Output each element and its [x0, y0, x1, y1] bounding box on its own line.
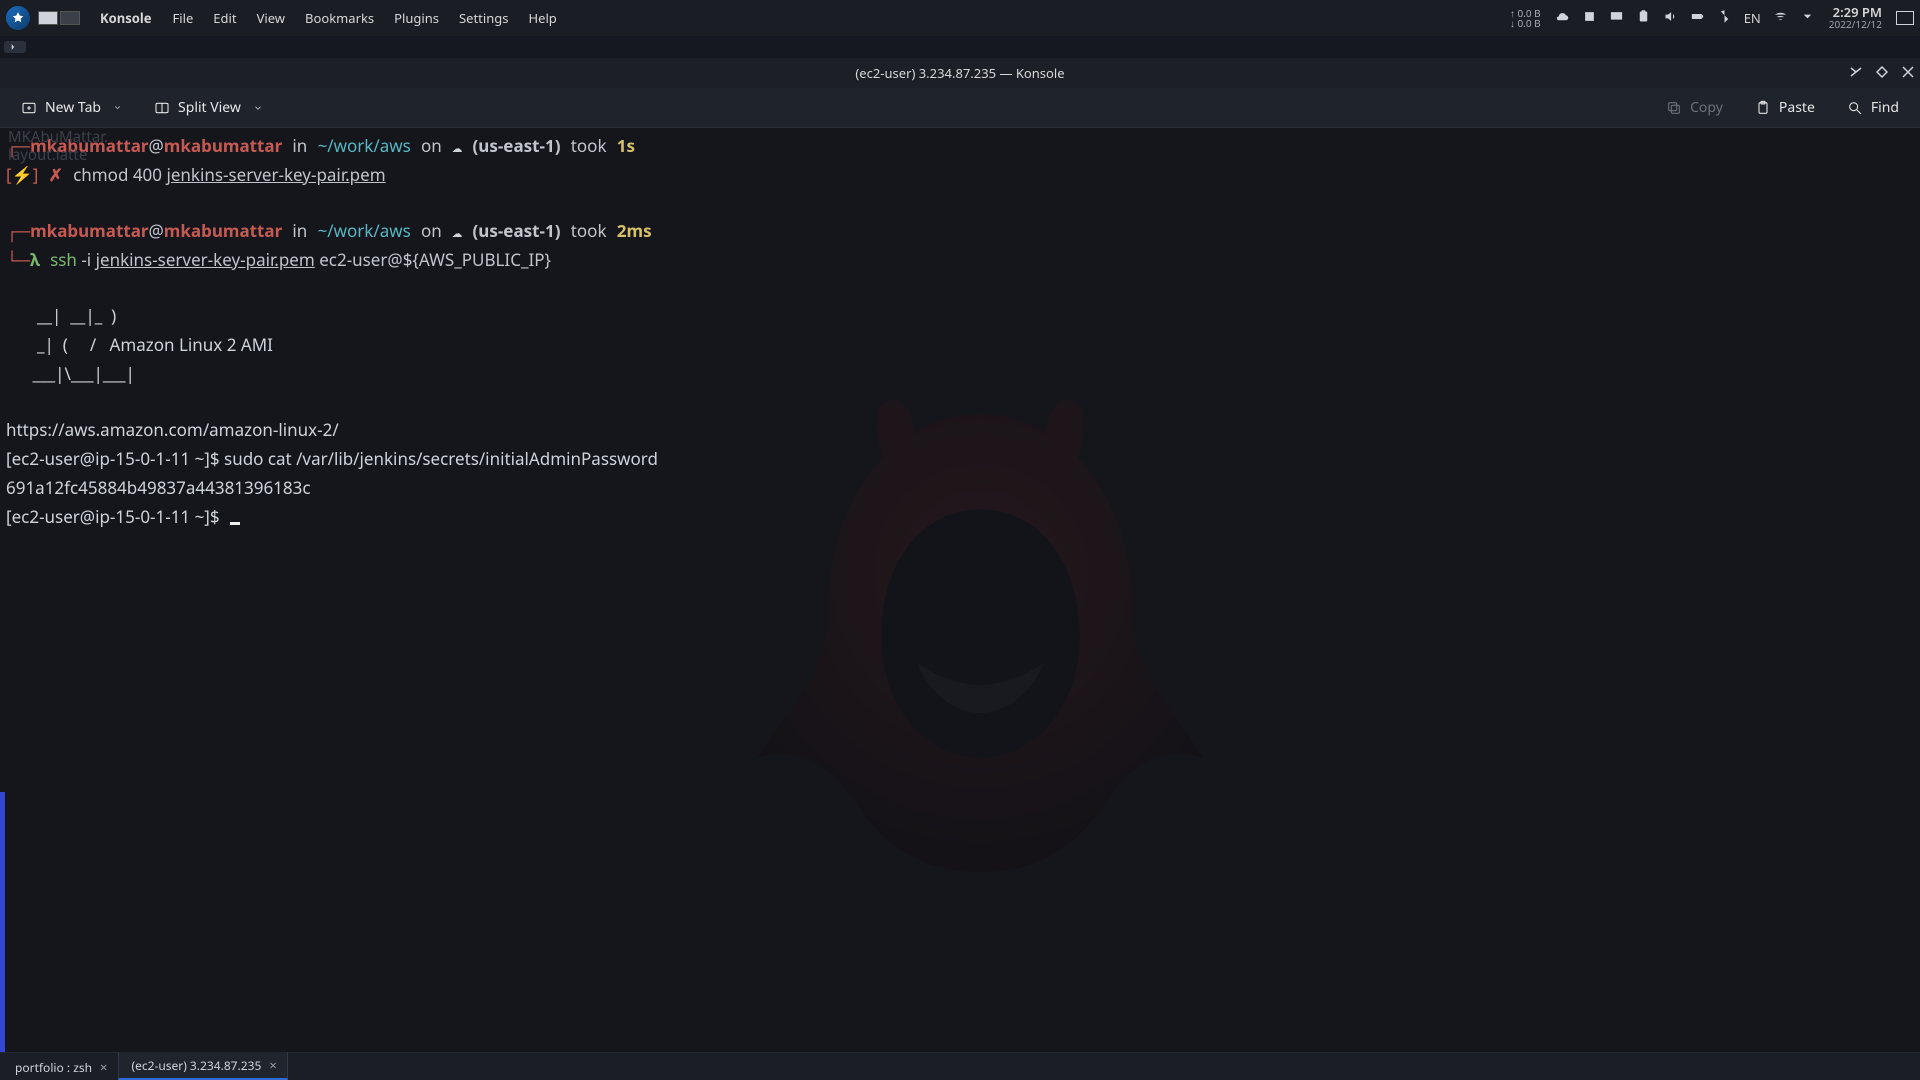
tab-bar: portfolio : zsh× (ec2-user) 3.234.87.235…: [0, 1052, 1920, 1080]
volume-icon[interactable]: [1663, 9, 1678, 28]
menu-settings[interactable]: Settings: [450, 5, 517, 31]
konsole-window: (ec2-user) 3.234.87.235 — Konsole New Ta…: [0, 58, 1920, 1080]
net-speed: ↑ 0.0 B ↓ 0.0 B: [1510, 8, 1541, 28]
chevron-down-icon[interactable]: [1800, 9, 1815, 28]
start-icon[interactable]: [6, 6, 30, 30]
find-button[interactable]: Find: [1838, 93, 1908, 122]
menu-file[interactable]: File: [164, 5, 203, 31]
menu-bookmarks[interactable]: Bookmarks: [296, 5, 383, 31]
terminal[interactable]: MKAbuMattar.layout.latte ┌─mkabumattar@m…: [0, 128, 1920, 1052]
menu-help[interactable]: Help: [519, 5, 565, 31]
split-view-button[interactable]: Split View: [145, 93, 272, 122]
wifi-icon[interactable]: [1773, 9, 1788, 28]
paste-button[interactable]: Paste: [1746, 93, 1824, 122]
scroll-indicator: [0, 792, 5, 1052]
suggestion-ghost: MKAbuMattar.layout.latte: [8, 128, 108, 164]
cloud-icon[interactable]: [1555, 9, 1570, 28]
clipboard-icon[interactable]: [1636, 9, 1651, 28]
bluetooth-icon[interactable]: [1717, 9, 1732, 28]
display-icon[interactable]: [1609, 9, 1624, 28]
titlebar: (ec2-user) 3.234.87.235 — Konsole: [0, 58, 1920, 88]
menu-bar: Konsole File Edit View Bookmarks Plugins…: [90, 5, 566, 31]
systray: EN: [1555, 9, 1815, 28]
menu-app[interactable]: Konsole: [90, 5, 162, 31]
stop-icon[interactable]: [1582, 9, 1597, 28]
task-strip: [0, 36, 1920, 58]
menu-view[interactable]: View: [248, 5, 294, 31]
clock[interactable]: 2:29 PM 2022/12/12: [1829, 6, 1882, 30]
tab-portfolio[interactable]: portfolio : zsh×: [2, 1052, 118, 1080]
system-panel: Konsole File Edit View Bookmarks Plugins…: [0, 0, 1920, 36]
close-tab-icon[interactable]: ×: [100, 1058, 107, 1076]
minimize-icon[interactable]: [1850, 64, 1862, 82]
battery-icon[interactable]: [1690, 9, 1705, 28]
menu-edit[interactable]: Edit: [204, 5, 245, 31]
new-tab-button[interactable]: New Tab: [12, 93, 131, 122]
menu-plugins[interactable]: Plugins: [385, 5, 448, 31]
tab-ec2[interactable]: (ec2-user) 3.234.87.235×: [118, 1050, 287, 1080]
workspace-switcher[interactable]: [38, 11, 80, 25]
close-icon[interactable]: [1902, 64, 1914, 82]
cursor: [230, 522, 240, 525]
close-tab-icon[interactable]: ×: [269, 1056, 276, 1074]
maximize-icon[interactable]: [1876, 64, 1888, 82]
window-title: (ec2-user) 3.234.87.235 — Konsole: [855, 64, 1064, 82]
toolbar: New Tab Split View Copy Paste Find: [0, 88, 1920, 128]
copy-button: Copy: [1657, 93, 1732, 122]
wallpaper-figure: [725, 363, 1235, 923]
lang-indicator[interactable]: EN: [1744, 9, 1761, 27]
task-konsole[interactable]: [4, 41, 26, 53]
show-desktop-icon[interactable]: [1896, 11, 1914, 25]
